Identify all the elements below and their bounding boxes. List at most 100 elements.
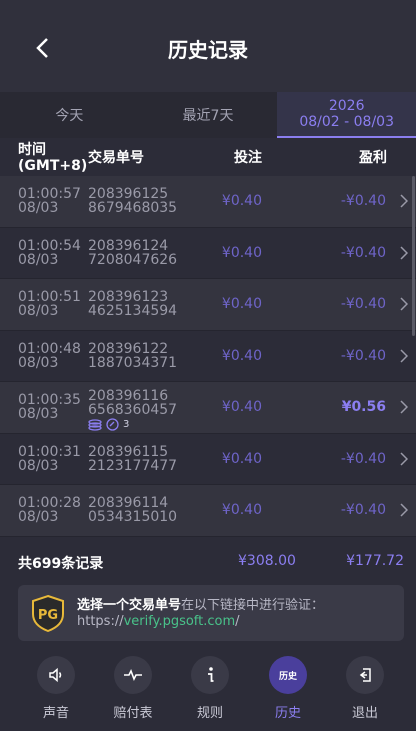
verify-panel: PG 选择一个交易单号在以下链接中进行验证： https://verify.pg… xyxy=(18,585,404,641)
row-profit: -¥0.40 xyxy=(340,502,386,518)
info-icon xyxy=(208,667,214,682)
column-headers: 时间 (GMT+8) 交易单号 投注 盈利 xyxy=(0,140,416,178)
sound-button-circle xyxy=(37,656,75,694)
table-row[interactable]: 01:00:54 08/03 208396124 7208047626 ¥0.40 … xyxy=(0,228,416,279)
row-txid: 208396115 2123177477 xyxy=(88,445,177,473)
row-bet: ¥0.40 xyxy=(221,347,262,364)
exit-icon xyxy=(359,668,371,682)
row-txid-part2: 8679468035 xyxy=(88,200,178,216)
chevron-right-icon xyxy=(400,297,408,311)
row-txid-part1: 208396116 xyxy=(88,388,169,404)
verify-link-prefix: https:// xyxy=(77,614,124,629)
row-time: 01:00:35 08/03 xyxy=(18,393,81,421)
summary-bar: 共699条记录 ¥308.00 ¥177.72 xyxy=(0,540,416,580)
table-row[interactable]: 01:00:57 08/03 208396125 8679468035 ¥0.40 … xyxy=(0,176,416,228)
row-txid: 208396123 4625134594 xyxy=(88,290,177,318)
exit-button[interactable]: 退出 xyxy=(333,656,397,721)
coins-icon xyxy=(88,418,102,431)
pg-logo: PG xyxy=(32,594,64,632)
row-time: 01:00:51 08/03 xyxy=(18,290,81,318)
exit-label: 退出 xyxy=(351,706,378,721)
row-txid: 208396125 8679468035 xyxy=(88,187,177,215)
column-profit: 盈利 xyxy=(359,150,387,166)
row-time: 01:00:28 08/03 xyxy=(18,496,81,524)
exit-button-circle xyxy=(346,656,384,694)
chevron-right-icon xyxy=(400,348,408,363)
row-txid-part1: 208396122 xyxy=(88,340,169,357)
total-bet: ¥308.00 xyxy=(238,553,296,569)
sound-button[interactable]: 声音 xyxy=(24,656,88,721)
row-txid: 208396122 1887034371 xyxy=(88,342,177,370)
row-time-value: 01:00:51 xyxy=(18,289,81,305)
verify-rest: 在以下链接中进行验证： xyxy=(181,598,325,613)
paytable-label: 赔付表 xyxy=(113,706,153,721)
row-profit: -¥0.40 xyxy=(340,347,386,364)
table-row[interactable]: 01:00:48 08/03 208396122 1887034371 ¥0.40 … xyxy=(0,331,416,382)
row-date: 08/03 xyxy=(18,406,59,422)
chevron-right-icon xyxy=(400,451,408,466)
page-title: 历史记录 xyxy=(168,38,248,62)
pg-logo-text: PG xyxy=(38,608,58,623)
row-time: 01:00:48 08/03 xyxy=(18,342,81,370)
row-txid-part1: 208396114 xyxy=(88,495,169,511)
row-time: 01:00:57 08/03 xyxy=(18,187,81,215)
row-txid: 208396116 6568360457 xyxy=(88,389,177,417)
verify-bold: 选择一个交易单号 xyxy=(77,598,182,613)
row-txid: 208396114 0534315010 xyxy=(88,496,177,524)
paytable-button-circle xyxy=(114,656,152,694)
row-date: 08/03 xyxy=(18,509,59,525)
row-txid: 208396124 7208047626 xyxy=(88,239,177,267)
table-row[interactable]: 01:00:31 08/03 208396115 2123177477 ¥0.40 … xyxy=(0,434,416,485)
row-date: 08/03 xyxy=(18,200,59,216)
column-bet: 投注 xyxy=(234,150,262,166)
row-time: 01:00:54 08/03 xyxy=(18,239,81,267)
column-txid: 交易单号 xyxy=(88,150,144,166)
row-txid-part1: 208396125 xyxy=(88,186,169,202)
tab-custom-range[interactable]: 2026 08/02 - 08/03 xyxy=(277,92,416,138)
tab-label: 2026 xyxy=(328,98,365,114)
tab-today[interactable]: 今天 xyxy=(0,92,139,138)
bottom-nav: 声音 赔付表 规则 历史 历史 退出 xyxy=(0,650,416,731)
table-row[interactable]: 01:00:35 08/03 208396116 6568360457 3 ¥0.4… xyxy=(0,382,416,434)
pulse-icon xyxy=(124,669,142,681)
history-button[interactable]: 历史 历史 xyxy=(256,656,320,721)
history-list: 01:00:57 08/03 208396125 8679468035 ¥0.40 … xyxy=(0,176,416,537)
rules-button[interactable]: 规则 xyxy=(178,656,242,721)
row-bet: ¥0.40 xyxy=(221,244,262,261)
row-txid-part2: 6568360457 xyxy=(88,402,178,418)
rules-label: 规则 xyxy=(196,706,223,721)
table-row[interactable]: 01:00:51 08/03 208396123 4625134594 ¥0.40 … xyxy=(0,279,416,331)
paytable-button[interactable]: 赔付表 xyxy=(101,656,165,721)
row-txid-part1: 208396124 xyxy=(88,237,169,254)
rules-button-circle xyxy=(191,656,229,694)
row-time-value: 01:00:48 xyxy=(18,340,81,357)
column-time-label: 时间 xyxy=(18,142,46,158)
free-spin-count: 3 xyxy=(123,419,130,430)
tab-label: 最近7天 xyxy=(182,108,234,124)
row-bet: ¥0.40 xyxy=(221,399,262,415)
tab-last-7-days[interactable]: 最近7天 xyxy=(139,92,278,138)
table-row[interactable]: 01:00:28 08/03 208396114 0534315010 ¥0.40 … xyxy=(0,485,416,537)
row-txid-part2: 7208047626 xyxy=(88,251,178,268)
row-date: 08/03 xyxy=(18,303,59,319)
row-bet: ¥0.40 xyxy=(221,502,262,518)
date-tabs: 今天 最近7天 2026 08/02 - 08/03 xyxy=(0,92,416,138)
row-bet: ¥0.40 xyxy=(221,193,262,209)
history-button-circle: 历史 xyxy=(269,656,307,694)
row-time: 01:00:31 08/03 xyxy=(18,445,81,473)
row-profit: ¥0.56 xyxy=(341,399,386,415)
row-txid-part2: 4625134594 xyxy=(88,303,178,319)
scrollbar[interactable] xyxy=(412,176,415,336)
row-txid-part2: 0534315010 xyxy=(88,509,178,525)
row-date: 08/03 xyxy=(18,251,59,268)
sound-label: 声音 xyxy=(42,706,69,721)
column-time: 时间 (GMT+8) xyxy=(18,142,87,174)
tab-label: 今天 xyxy=(55,108,84,124)
row-time-value: 01:00:35 xyxy=(18,392,81,408)
chevron-right-icon xyxy=(400,194,408,208)
chevron-right-icon xyxy=(400,400,408,414)
total-records: 共699条记录 xyxy=(18,556,104,572)
verify-link[interactable]: https://verify.pgsoft.com/ xyxy=(77,614,324,630)
row-profit: -¥0.40 xyxy=(340,244,386,261)
row-txid-part2: 1887034371 xyxy=(88,354,178,371)
